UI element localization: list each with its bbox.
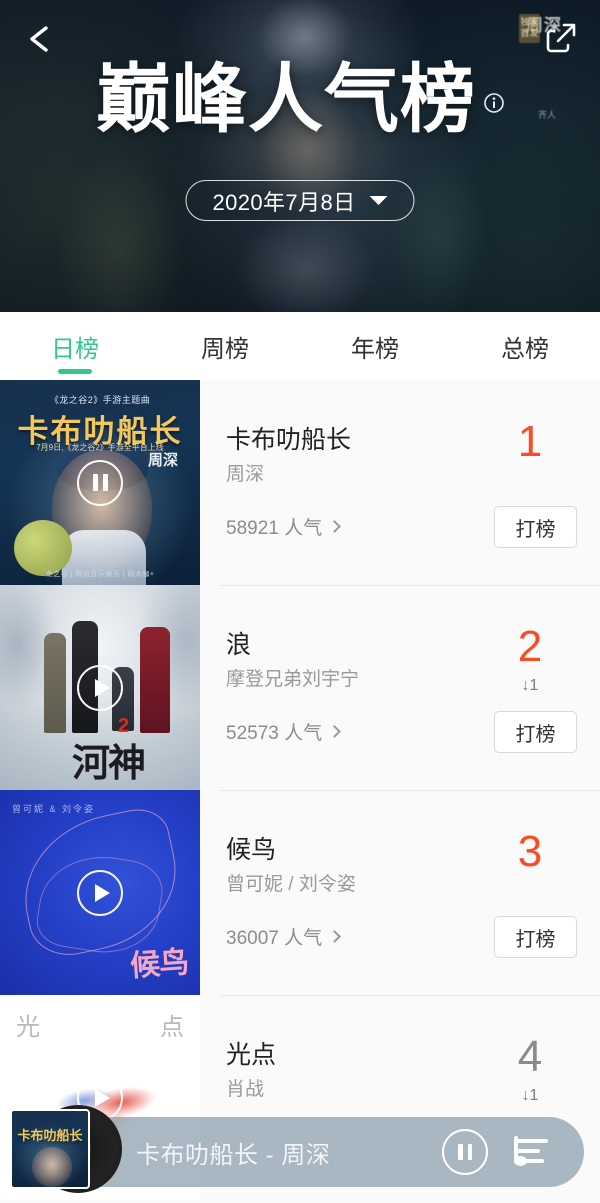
cover-artist-text: 周深 xyxy=(148,453,178,470)
vote-button[interactable]: 打榜 xyxy=(494,711,577,753)
chevron-right-icon xyxy=(328,930,341,943)
album-cover[interactable]: 曾可妮 & 刘令姿 候鸟 xyxy=(0,790,200,995)
hero-bg-badge-text: 独家首发 xyxy=(519,14,540,43)
play-triangle xyxy=(95,884,110,902)
play-triangle xyxy=(95,679,110,697)
cover-superscript-text: 2 xyxy=(118,715,129,738)
pause-button[interactable] xyxy=(442,1129,488,1175)
table-row[interactable]: 2 河神 浪 摩登兄弟刘宇宁 52573 人气 2 ↓1 打榜 xyxy=(0,585,600,790)
vote-button[interactable]: 打榜 xyxy=(494,506,577,548)
mini-player-bar[interactable]: 卡布叻船长 卡布叻船长 - 周深 xyxy=(16,1117,584,1187)
pause-bars xyxy=(458,1144,472,1160)
cover-art-shape-coconut xyxy=(14,520,72,576)
cover-left-char: 光 xyxy=(16,1007,40,1042)
row-content: 候鸟 曾可妮 / 刘令姿 36007 人气 xyxy=(200,790,600,995)
playlist-icon[interactable] xyxy=(514,1134,558,1170)
play-icon[interactable] xyxy=(77,870,123,916)
cover-title-text: 候鸟 xyxy=(129,937,190,985)
album-cover[interactable]: 2 河神 xyxy=(0,585,200,790)
ranking-list: 《龙之谷2》手游主题曲 卡布叻船长 7月9日,《龙之谷2》手游全平台上线 周深 … xyxy=(0,380,600,1200)
player-album-art[interactable]: 卡布叻船长 xyxy=(10,1101,106,1197)
tab-daily-label: 日榜 xyxy=(51,329,99,364)
play-count-label: 52573 人气 xyxy=(226,718,322,745)
album-cover[interactable]: 《龙之谷2》手游主题曲 卡布叻船长 7月9日,《龙之谷2》手游全平台上线 周深 … xyxy=(0,380,200,585)
rank-area: 4 ↓1 xyxy=(485,1035,575,1105)
back-icon[interactable] xyxy=(22,20,56,58)
cover-credits-text: 曾可妮 & 刘令姿 xyxy=(12,802,95,815)
cover-art-shape-figure xyxy=(44,633,66,733)
rank-number: 2 xyxy=(485,625,575,669)
tab-weekly-label: 周榜 xyxy=(201,329,249,364)
row-content: 卡布叻船长 周深 58921 人气 xyxy=(200,380,600,585)
play-count[interactable]: 36007 人气 xyxy=(226,923,339,950)
tab-overall[interactable]: 总榜 xyxy=(450,312,600,380)
page-title: 巅峰人气榜 xyxy=(96,62,476,137)
date-picker-label: 2020年7月8日 xyxy=(212,185,355,217)
tab-active-underline xyxy=(58,369,92,374)
rank-number: 3 xyxy=(485,830,575,874)
playlist-line-1 xyxy=(514,1139,548,1143)
player-album-title-text: 卡布叻船长 xyxy=(12,1125,88,1144)
cover-title-text: 河神 xyxy=(72,746,144,782)
cover-footer-text: 龙之谷 | 腾讯音乐娱乐 | 网大咖+ xyxy=(0,569,200,579)
now-playing-title: 卡布叻船长 - 周深 xyxy=(136,1135,330,1170)
player-art-face xyxy=(32,1147,72,1187)
tab-yearly[interactable]: 年榜 xyxy=(300,312,450,380)
hero-dim-overlay xyxy=(0,0,600,312)
rank-delta: ↓1 xyxy=(485,1087,575,1105)
row-separator xyxy=(220,790,600,791)
share-icon[interactable] xyxy=(542,18,580,56)
play-count-label: 58921 人气 xyxy=(226,513,322,540)
cover-top-text: 《龙之谷2》手游主题曲 xyxy=(0,393,200,406)
hero-header: 周深 独家首发 齐人 巅峰人气榜 xyxy=(0,0,600,312)
hero-title-row: 巅峰人气榜 xyxy=(0,62,600,137)
date-picker[interactable]: 2020年7月8日 xyxy=(185,180,414,221)
play-count[interactable]: 52573 人气 xyxy=(226,718,339,745)
play-count[interactable]: 58921 人气 xyxy=(226,513,339,540)
row-separator xyxy=(220,585,600,586)
rank-area: 1 xyxy=(485,420,575,472)
tab-yearly-label: 年榜 xyxy=(351,329,399,364)
rank-number: 1 xyxy=(485,420,575,464)
music-note-head xyxy=(514,1156,527,1166)
caret-down-icon xyxy=(370,196,388,205)
chevron-right-icon xyxy=(328,725,341,738)
player-controls xyxy=(442,1129,558,1175)
rank-area: 2 ↓1 xyxy=(485,625,575,695)
table-row[interactable]: 《龙之谷2》手游主题曲 卡布叻船长 7月9日,《龙之谷2》手游全平台上线 周深 … xyxy=(0,380,600,585)
cover-art-shape-figure xyxy=(140,627,170,733)
play-count-label: 36007 人气 xyxy=(226,923,322,950)
app-root: 周深 独家首发 齐人 巅峰人气榜 xyxy=(0,0,600,1203)
vote-button[interactable]: 打榜 xyxy=(494,916,577,958)
tab-weekly[interactable]: 周榜 xyxy=(150,312,300,380)
player-album-cover: 卡布叻船长 xyxy=(10,1109,90,1189)
pause-icon[interactable] xyxy=(77,460,123,506)
row-separator xyxy=(220,995,600,996)
pause-bars xyxy=(93,474,108,491)
rank-delta: ↓1 xyxy=(485,677,575,695)
info-icon[interactable] xyxy=(484,93,504,113)
rank-number: 4 xyxy=(485,1035,575,1079)
tab-daily[interactable]: 日榜 xyxy=(0,312,150,380)
tab-overall-label: 总榜 xyxy=(501,329,549,364)
chevron-right-icon xyxy=(328,520,341,533)
table-row[interactable]: 曾可妮 & 刘令姿 候鸟 候鸟 曾可妮 / 刘令姿 36007 人气 xyxy=(0,790,600,995)
tab-bar: 日榜 周榜 年榜 总榜 xyxy=(0,312,600,380)
cover-right-char: 点 xyxy=(160,1007,184,1042)
rank-area: 3 xyxy=(485,830,575,882)
play-icon[interactable] xyxy=(77,665,123,711)
